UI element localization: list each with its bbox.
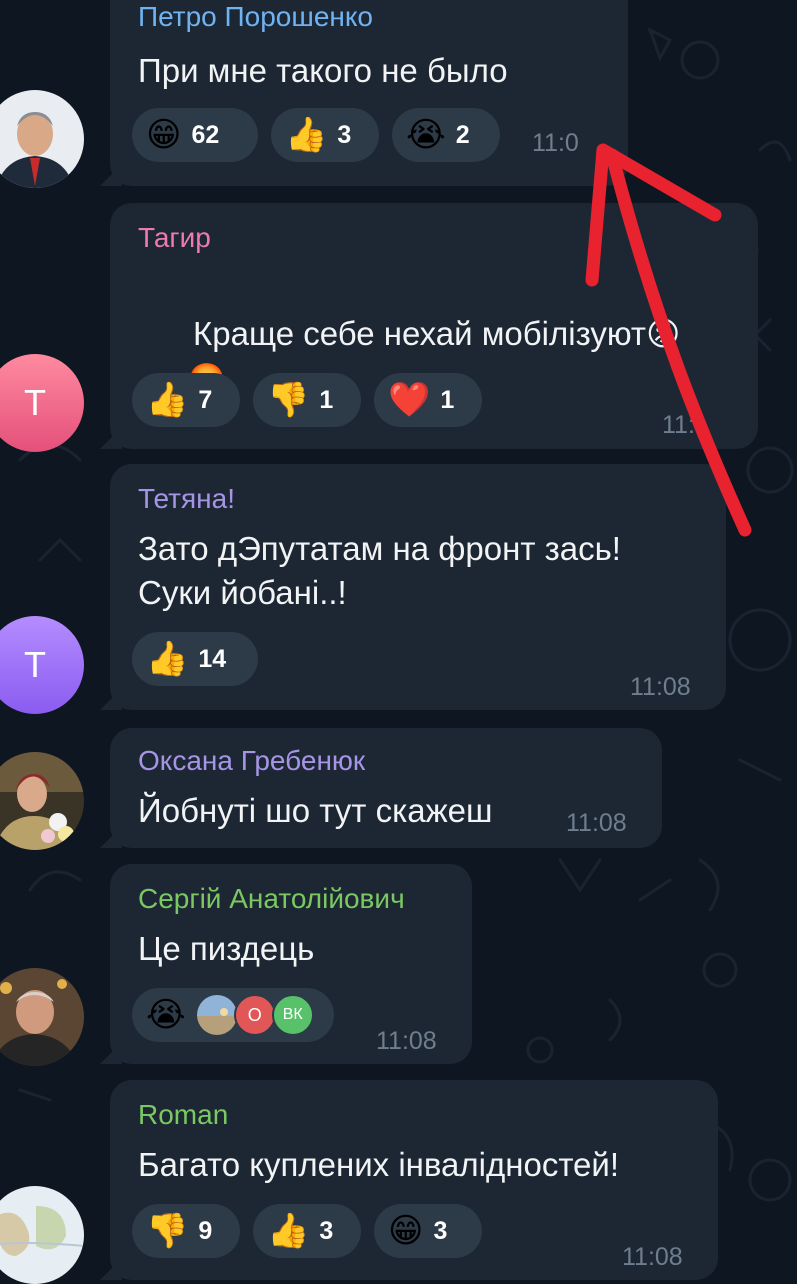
thumbs-up-icon: 👍 [146,380,189,420]
reaction-count: 3 [433,1216,448,1245]
thumbs-up-icon: 👍 [267,1211,310,1251]
message-text: Багато куплених інвалідностей! [138,1146,620,1183]
reactions-row: 👍 7 👎 1 ❤️ 1 [132,373,482,427]
message-time: 11:08 [630,673,691,701]
reaction-pill[interactable]: 😭 О ВК [132,988,334,1042]
reaction-pill[interactable]: 😁 3 [374,1204,482,1258]
reaction-pill[interactable]: 👍 3 [271,108,379,162]
message-text-line: Краще себе нехай мобілізуют [193,315,646,352]
reactions-row: 😭 О ВК [132,988,334,1042]
message-time: 11:08 [376,1027,437,1055]
reactor-avatar: ВК [271,994,314,1036]
reaction-count: 3 [319,1216,334,1245]
reaction-pill[interactable]: 👍 7 [132,373,240,427]
reaction-count: 1 [319,385,334,414]
reaction-count: 1 [440,385,455,414]
crying-emoji-icon: 😭 [406,115,446,155]
reaction-pill[interactable]: 👎 1 [253,373,361,427]
message-author[interactable]: Тагир [138,221,211,255]
reaction-count: 62 [191,120,220,149]
reaction-pill[interactable]: 👍 3 [253,1204,361,1258]
thumbs-down-icon: 👎 [267,380,310,420]
avatar-letter: Т [24,644,46,685]
reaction-pill[interactable]: 😁 62 [132,108,258,162]
reactions-row: 👍 14 [132,632,258,686]
message-author[interactable]: Тетяна! [138,482,235,516]
reactor-avatar-photo [196,995,237,1035]
thumbs-up-icon: 👍 [146,639,189,679]
reaction-count: 9 [198,1216,213,1245]
message-author[interactable]: Roman [138,1098,228,1132]
message-time: 11:08 [622,1243,683,1271]
message-text: Це пиздець [138,930,315,967]
message-author[interactable]: Оксана Гребенюк [138,744,365,778]
message-text-line: Зато дЭпутатам на фронт засьǃ [138,530,621,567]
message-author[interactable]: Петро Порошенко [138,0,373,34]
reactor-avatar-letter: ВК [282,1006,303,1023]
reactor-avatar-letter: О [247,1004,262,1025]
reaction-count: 7 [198,385,213,414]
crying-emoji-icon: 😭 [146,995,186,1035]
heart-icon: ❤️ [388,380,431,420]
reaction-pill[interactable]: 😭 2 [392,108,500,162]
message-time: 11: [662,411,695,439]
avatar-letter: Т [24,382,46,423]
angry-face-icon: 😡 [645,314,681,353]
message-time: 11:08 [566,809,627,837]
grin-emoji-icon: 😁 [146,115,182,155]
reaction-count: 3 [337,120,352,149]
thumbs-up-icon: 👍 [285,115,328,155]
message-author[interactable]: Сергій Анатолійович [138,882,405,916]
message-text: Йобнуті шо тут скажеш [138,792,493,829]
thumbs-down-icon: 👎 [146,1211,189,1251]
reaction-pill[interactable]: ❤️ 1 [374,373,482,427]
grin-emoji-icon: 😁 [388,1211,424,1251]
reaction-count: 14 [198,644,227,673]
reaction-count: 2 [455,120,470,149]
reactor-avatar: О [233,994,276,1036]
message-time: 11:0 [532,129,579,157]
reaction-pill[interactable]: 👎 9 [132,1204,240,1258]
message-text: При мне такого не было [138,52,508,89]
message-text-line: Суки йобані..! [138,574,347,611]
reactor-avatars: О ВК [196,994,326,1036]
reactions-row: 😁 62 👍 3 😭 2 [132,108,500,162]
reaction-pill[interactable]: 👍 14 [132,632,258,686]
reactions-row: 👎 9 👍 3 😁 3 [132,1204,482,1258]
